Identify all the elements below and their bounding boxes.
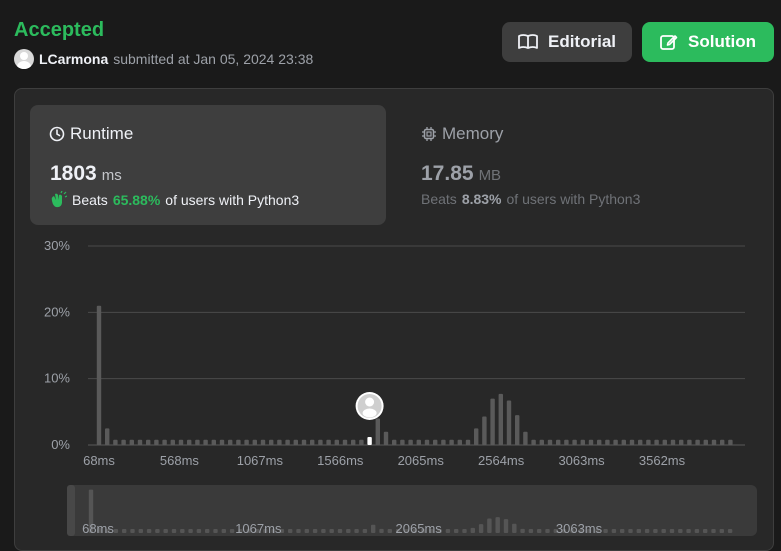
editorial-label: Editorial xyxy=(547,32,616,51)
runtime-beats: Beats 65.88% of users with Python3 xyxy=(49,191,299,209)
submitted-time: submitted at Jan 05, 2024 23:38 xyxy=(113,51,314,67)
memory-title[interactable]: Memory xyxy=(421,124,503,144)
runtime-beats-pct: 65.88% xyxy=(112,192,161,208)
memory-beats-label: Beats xyxy=(421,191,457,207)
memory-unit: MB xyxy=(478,167,502,184)
runtime-label: Runtime xyxy=(70,124,134,143)
runtime-beats-label: Beats xyxy=(72,192,108,208)
submission-status: Accepted xyxy=(14,19,105,41)
runtime-value: 1803 ms xyxy=(50,162,122,186)
solution-label: Solution xyxy=(688,32,756,51)
book-icon xyxy=(518,34,538,49)
memory-beats-suffix: of users with Python3 xyxy=(506,191,641,207)
solution-button[interactable]: Solution xyxy=(642,22,774,62)
edit-icon xyxy=(660,35,678,50)
runtime-beats-suffix: of users with Python3 xyxy=(165,192,300,208)
clock-icon xyxy=(49,126,65,142)
chip-icon xyxy=(422,127,436,141)
memory-number: 17.85 xyxy=(421,162,474,185)
memory-value: 17.85 MB xyxy=(421,162,501,186)
clapping-hands-icon xyxy=(51,191,67,208)
memory-label: Memory xyxy=(442,124,504,143)
memory-beats: Beats 8.83% of users with Python3 xyxy=(421,191,640,207)
username-link[interactable]: LCarmona xyxy=(39,51,108,67)
memory-beats-pct: 8.83% xyxy=(461,191,502,207)
runtime-number: 1803 xyxy=(50,162,97,185)
runtime-unit: ms xyxy=(101,167,122,184)
submitter-info: LCarmona submitted at Jan 05, 2024 23:38 xyxy=(14,49,313,69)
user-avatar[interactable] xyxy=(14,49,34,69)
runtime-title: Runtime xyxy=(49,124,133,144)
editorial-button[interactable]: Editorial xyxy=(502,22,632,62)
